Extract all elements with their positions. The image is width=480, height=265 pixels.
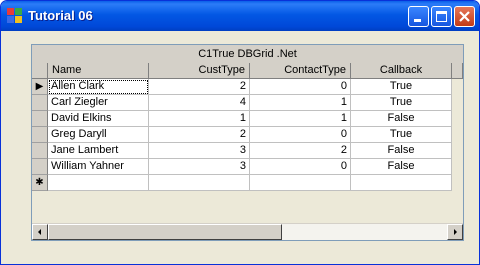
grid-cell[interactable]: False <box>351 111 452 127</box>
close-button[interactable] <box>454 6 475 27</box>
column-header-contacttype[interactable]: ContactType <box>250 63 351 79</box>
arrow-left-icon <box>38 229 41 235</box>
row-selector[interactable] <box>32 143 48 159</box>
header-filler <box>452 63 463 79</box>
new-row-cell[interactable] <box>250 175 351 191</box>
grid-cell[interactable]: False <box>351 143 452 159</box>
current-row-indicator[interactable]: ▶ <box>32 79 48 95</box>
new-row-cell[interactable] <box>48 175 149 191</box>
grid-cell[interactable]: Allen Clark <box>48 79 149 95</box>
grid-cell[interactable]: 1 <box>250 95 351 111</box>
window-title: Tutorial 06 <box>28 8 93 23</box>
grid-cell[interactable]: 2 <box>149 127 250 143</box>
column-header-custtype[interactable]: CustType <box>149 63 250 79</box>
grid-cell[interactable]: 0 <box>250 159 351 175</box>
header-corner <box>32 63 48 79</box>
new-row-cell[interactable] <box>149 175 250 191</box>
grid-cell[interactable]: 3 <box>149 159 250 175</box>
scrollbar-thumb[interactable] <box>48 224 282 240</box>
new-row-indicator[interactable]: ✱ <box>32 175 48 191</box>
maximize-icon <box>436 11 447 22</box>
row-selector[interactable] <box>32 95 48 111</box>
scroll-left-button[interactable] <box>32 224 48 240</box>
grid-cell[interactable]: True <box>351 79 452 95</box>
app-window-icon <box>7 8 23 24</box>
grid-cell[interactable]: 2 <box>149 79 250 95</box>
new-row-cell[interactable] <box>351 175 452 191</box>
maximize-button[interactable] <box>431 6 452 27</box>
grid-cell[interactable]: William Yahner <box>48 159 149 175</box>
grid-cell[interactable]: Jane Lambert <box>48 143 149 159</box>
grid-cell[interactable]: 0 <box>250 127 351 143</box>
close-icon <box>459 11 470 22</box>
grid-cell[interactable]: 0 <box>250 79 351 95</box>
grid-cell[interactable]: True <box>351 127 452 143</box>
scroll-right-button[interactable] <box>447 224 463 240</box>
grid-cell[interactable]: 2 <box>250 143 351 159</box>
horizontal-scrollbar[interactable] <box>32 223 463 240</box>
grid-cell[interactable]: 3 <box>149 143 250 159</box>
grid-cell[interactable]: 1 <box>149 111 250 127</box>
grid-cell[interactable]: 4 <box>149 95 250 111</box>
column-header-callback[interactable]: Callback <box>351 63 452 79</box>
column-header-name[interactable]: Name <box>48 63 149 79</box>
grid-cell[interactable]: Greg Daryll <box>48 127 149 143</box>
grid-caption: C1True DBGrid .Net <box>32 45 463 64</box>
row-selector[interactable] <box>32 159 48 175</box>
grid-cell[interactable]: David Elkins <box>48 111 149 127</box>
main-window: Tutorial 06 C1True DBGrid .Net Name Cust… <box>0 0 480 265</box>
arrow-right-icon <box>454 229 457 235</box>
true-dbgrid[interactable]: C1True DBGrid .Net Name CustType Contact… <box>31 44 464 241</box>
grid-cell[interactable]: True <box>351 95 452 111</box>
title-bar[interactable]: Tutorial 06 <box>1 1 479 31</box>
minimize-button[interactable] <box>408 6 429 27</box>
grid-cell[interactable]: False <box>351 159 452 175</box>
grid-cell[interactable]: 1 <box>250 111 351 127</box>
grid-cell[interactable]: Carl Ziegler <box>48 95 149 111</box>
row-selector[interactable] <box>32 111 48 127</box>
minimize-icon <box>414 19 421 22</box>
row-selector[interactable] <box>32 127 48 143</box>
client-area: C1True DBGrid .Net Name CustType Contact… <box>5 31 475 262</box>
